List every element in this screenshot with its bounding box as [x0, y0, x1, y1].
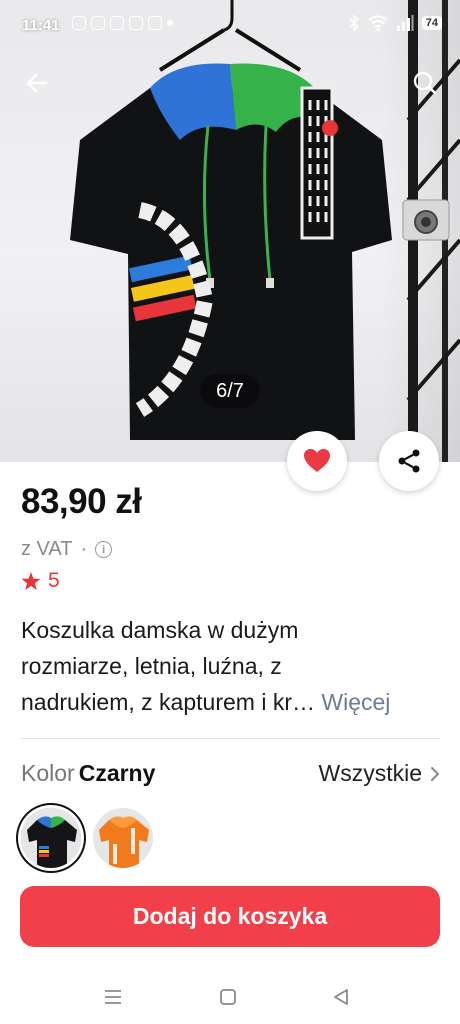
image-counter: 6/7 [200, 374, 260, 408]
back-button[interactable] [20, 66, 54, 100]
vat-label: z VAT [21, 538, 73, 560]
product-price: 83,90 zł [21, 482, 142, 521]
favorite-button[interactable] [287, 431, 347, 491]
vat-separator: · [80, 538, 88, 560]
all-variants-label: Wszystkie [318, 760, 423, 786]
rating[interactable]: 5 [21, 569, 60, 593]
share-button[interactable] [379, 431, 439, 491]
system-icons: 74 [348, 15, 442, 31]
search-icon [413, 71, 437, 95]
threads-icon [129, 16, 143, 30]
dot-icon [167, 20, 173, 26]
bluetooth-icon [349, 15, 359, 31]
color-selector-row[interactable]: Kolor Czarny Wszystkie [21, 760, 440, 790]
status-time: 11:41 [22, 17, 60, 34]
status-bar: 11:41 74 [0, 0, 460, 54]
rating-value: 5 [48, 569, 60, 592]
star-icon [21, 571, 41, 590]
orange-shirt-thumbnail [93, 808, 153, 868]
title-line-text: nadrukiem, z kapturem i kr… [21, 689, 315, 715]
swatch-black[interactable] [21, 808, 81, 868]
title-line: Koszulka damska w dużym [21, 617, 299, 643]
color-swatches [21, 808, 153, 868]
divider [21, 738, 440, 739]
title-line-last: nadrukiem, z kapturem i kr… Więcej [21, 684, 441, 720]
notification-icons [72, 16, 173, 30]
youtube-icon [110, 16, 124, 30]
color-value: Czarny [78, 760, 156, 786]
title-line: rozmiarze, letnia, luźna, z [21, 653, 282, 679]
swatch-orange[interactable] [93, 808, 153, 868]
black-shirt-thumbnail [21, 808, 81, 868]
home-square-icon [220, 989, 236, 1005]
chevron-right-icon [431, 766, 440, 781]
back-nav-button[interactable] [330, 986, 352, 1008]
product-image[interactable]: 11:41 74 6/7 [0, 0, 460, 462]
battery-icon: 74 [421, 16, 442, 30]
more-link[interactable]: Więcej [321, 689, 390, 715]
instagram-icon [91, 16, 105, 30]
info-icon[interactable]: i [95, 541, 113, 558]
home-button[interactable] [217, 986, 239, 1008]
color-label: Kolor [21, 760, 75, 786]
instagram-icon [148, 16, 162, 30]
heart-icon [304, 449, 330, 472]
signal-icon [396, 15, 414, 31]
add-to-cart-button[interactable]: Dodaj do koszyka [20, 886, 440, 947]
notification-icon [72, 16, 86, 30]
menu-icon [105, 990, 121, 1004]
triangle-back-icon [334, 989, 348, 1005]
vat-row: z VAT · i [21, 538, 113, 561]
product-title[interactable]: Koszulka damska w dużym rozmiarze, letni… [21, 612, 441, 720]
system-nav-bar [0, 968, 460, 1024]
search-button[interactable] [408, 66, 442, 100]
arrow-left-icon [26, 73, 48, 93]
all-variants-link[interactable]: Wszystkie [319, 760, 441, 787]
wifi-icon [368, 15, 388, 31]
recent-apps-button[interactable] [102, 986, 124, 1008]
share-icon [398, 449, 420, 473]
